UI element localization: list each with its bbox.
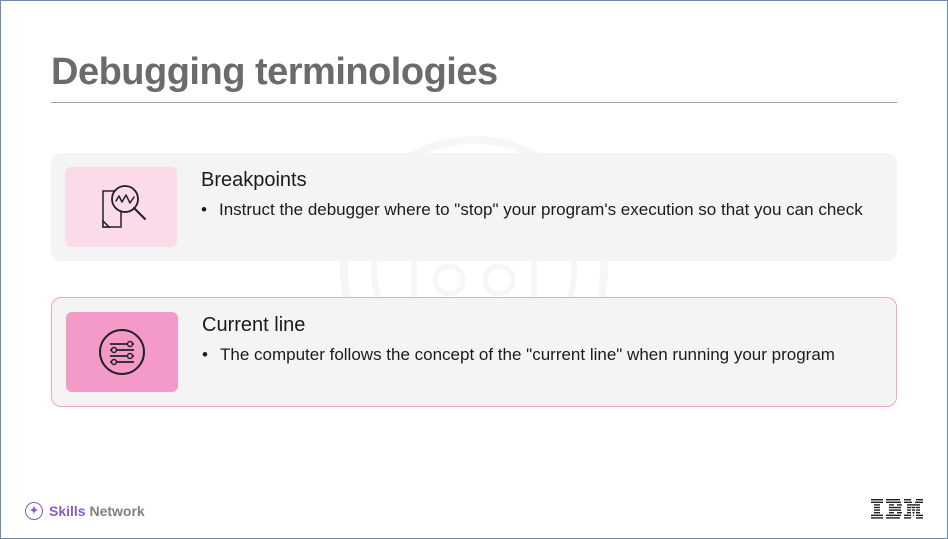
title-divider xyxy=(51,102,897,103)
ibm-logo xyxy=(871,499,923,522)
card-breakpoints: Breakpoints Instruct the debugger where … xyxy=(51,153,897,261)
current-line-bullet: The computer follows the concept of the … xyxy=(220,343,876,367)
skills-network-brand: ✦ Skills Network xyxy=(25,502,145,520)
sliders-circle-icon xyxy=(90,320,154,384)
breakpoints-bullet: Instruct the debugger where to "stop" yo… xyxy=(219,198,877,222)
card-current-line: Current line The computer follows the co… xyxy=(51,297,897,407)
current-line-text: Current line The computer follows the co… xyxy=(202,312,876,367)
breakpoints-icon-box xyxy=(65,167,177,247)
current-line-icon-box xyxy=(66,312,178,392)
network-word: Network xyxy=(89,503,144,519)
magnifier-document-icon xyxy=(89,177,153,237)
skills-word: Skills xyxy=(49,503,86,519)
breakpoints-text: Breakpoints Instruct the debugger where … xyxy=(201,167,877,222)
slide-title: Debugging terminologies xyxy=(51,51,897,94)
skills-network-label: Skills Network xyxy=(49,503,145,519)
footer: ✦ Skills Network xyxy=(1,499,947,522)
current-line-heading: Current line xyxy=(202,314,876,337)
breakpoints-heading: Breakpoints xyxy=(201,169,877,192)
skills-logo-icon: ✦ xyxy=(25,502,43,520)
